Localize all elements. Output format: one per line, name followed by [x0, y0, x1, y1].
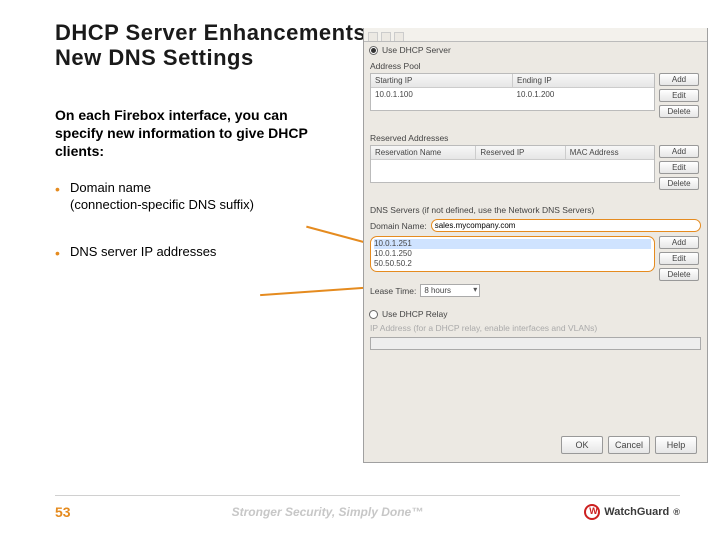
use-dhcp-server-radio[interactable]: Use DHCP Server: [364, 43, 707, 57]
col-header: Starting IP: [371, 74, 513, 87]
delete-button[interactable]: Delete: [659, 105, 699, 118]
relay-ip-input: [370, 337, 701, 350]
add-button[interactable]: Add: [659, 73, 699, 86]
bullet-sub: (connection-specific DNS suffix): [70, 197, 335, 214]
dns-server-list[interactable]: 10.0.1.251 10.0.1.250 50.50.50.2: [370, 236, 655, 272]
radio-on-icon: [369, 46, 378, 55]
address-pool-label: Address Pool: [364, 57, 707, 73]
radio-label: Use DHCP Relay: [382, 309, 448, 319]
registered-mark: ®: [673, 507, 680, 517]
bullet-main: Domain name: [70, 180, 151, 195]
domain-name-field: Domain Name:: [364, 217, 707, 234]
page-number: 53: [55, 504, 71, 520]
logo-icon: [584, 504, 600, 520]
edit-button[interactable]: Edit: [659, 161, 699, 174]
bullet-main: DNS server IP addresses: [70, 244, 216, 259]
delete-button[interactable]: Delete: [659, 268, 699, 281]
domain-name-input[interactable]: [431, 219, 701, 232]
dns-section-label: DNS Servers (if not defined, use the Net…: [364, 201, 707, 217]
brand-logo: WatchGuard ®: [584, 504, 680, 520]
add-button[interactable]: Add: [659, 236, 699, 249]
list-item[interactable]: 50.50.50.2: [374, 259, 651, 269]
col-header: Reservation Name: [371, 146, 476, 159]
reserved-label: Reserved Addresses: [364, 129, 707, 145]
intro-text: On each Firebox interface, you can speci…: [55, 106, 315, 161]
table-row[interactable]: 10.0.1.100 10.0.1.200: [371, 88, 654, 101]
ok-button[interactable]: OK: [561, 436, 603, 454]
cell: 10.0.1.200: [513, 88, 655, 101]
callout-arrow: [260, 286, 378, 296]
brand-name: WatchGuard: [604, 506, 669, 518]
dhcp-panel: Use DHCP Server Address Pool Starting IP…: [363, 28, 708, 463]
address-pool-table: Starting IP Ending IP 10.0.1.100 10.0.1.…: [370, 73, 655, 111]
col-header: Reserved IP: [476, 146, 565, 159]
reserved-table: Reservation Name Reserved IP MAC Address: [370, 145, 655, 183]
edit-button[interactable]: Edit: [659, 252, 699, 265]
col-header: MAC Address: [566, 146, 654, 159]
cancel-button[interactable]: Cancel: [608, 436, 650, 454]
edit-button[interactable]: Edit: [659, 89, 699, 102]
panel-tabs: [364, 28, 707, 42]
delete-button[interactable]: Delete: [659, 177, 699, 190]
list-item[interactable]: 10.0.1.250: [374, 249, 651, 259]
footer: 53 Stronger Security, Simply Done™ Watch…: [0, 495, 720, 520]
help-button[interactable]: Help: [655, 436, 697, 454]
radio-label: Use DHCP Server: [382, 45, 451, 55]
bullet-item: Domain name (connection-specific DNS suf…: [55, 180, 335, 214]
relay-ip-field: IP Address (for a DHCP relay, enable int…: [364, 321, 707, 335]
relay-ip-label: IP Address (for a DHCP relay, enable int…: [370, 323, 597, 333]
list-item[interactable]: 10.0.1.251: [374, 239, 651, 249]
bullet-item: DNS server IP addresses: [55, 244, 335, 261]
col-header: Ending IP: [513, 74, 654, 87]
lease-time-label: Lease Time:: [370, 286, 416, 296]
lease-time-field: Lease Time: 8 hours: [364, 282, 707, 299]
lease-time-select[interactable]: 8 hours: [420, 284, 480, 297]
relay-ip-input-row: [364, 335, 707, 352]
slide: DHCP Server Enhancements New DNS Setting…: [0, 0, 720, 540]
dialog-buttons: OK Cancel Help: [561, 436, 697, 454]
cell: 10.0.1.100: [371, 88, 513, 101]
domain-name-label: Domain Name:: [370, 221, 427, 231]
use-dhcp-relay-radio[interactable]: Use DHCP Relay: [364, 307, 707, 321]
tagline: Stronger Security, Simply Done™: [232, 505, 424, 519]
radio-off-icon: [369, 310, 378, 319]
add-button[interactable]: Add: [659, 145, 699, 158]
footer-divider: [55, 495, 680, 496]
